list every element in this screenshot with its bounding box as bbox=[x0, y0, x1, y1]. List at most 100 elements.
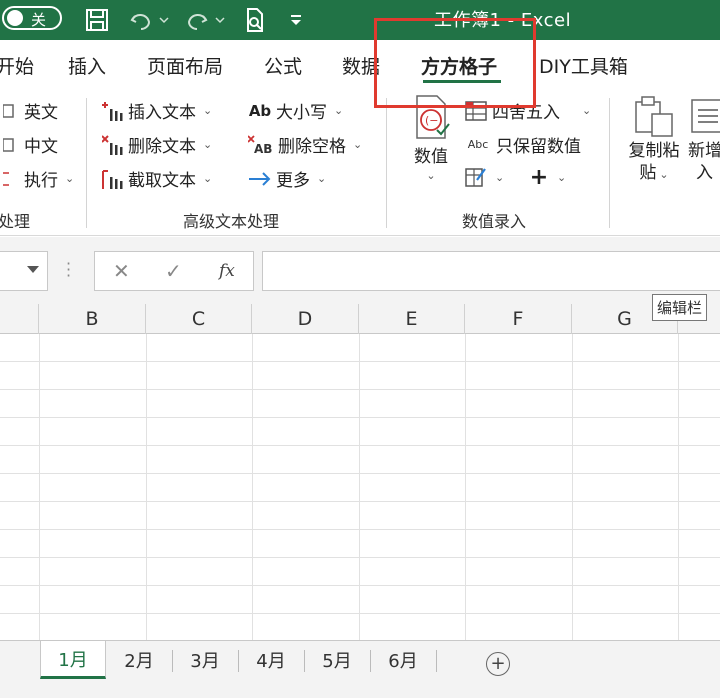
extract-text-button[interactable]: 截取文本 ⌄ bbox=[102, 166, 212, 191]
formula-bar-tooltip: 编辑栏 bbox=[652, 294, 708, 321]
autosave-toggle[interactable]: 关 bbox=[2, 6, 62, 30]
edit-cell-dropdown-icon: ⌄ bbox=[495, 170, 505, 184]
sheet-tab-1[interactable]: 1月 bbox=[40, 641, 106, 679]
delete-text-label: 删除文本 bbox=[128, 137, 196, 157]
more-button[interactable]: 更多 ⌄ bbox=[248, 166, 326, 191]
undo-icon[interactable] bbox=[128, 6, 154, 34]
chinese-icon bbox=[0, 134, 20, 156]
confirm-icon[interactable]: ✓ bbox=[165, 259, 182, 283]
arrow-right-icon bbox=[248, 168, 272, 190]
keep-numbers-label: 只保留数值 bbox=[496, 137, 581, 157]
row-line bbox=[0, 529, 720, 530]
column-header-f[interactable]: F bbox=[465, 304, 572, 334]
round-dropdown-icon: ⌄ bbox=[582, 104, 592, 117]
redo-dropdown-icon[interactable] bbox=[214, 6, 226, 34]
column-header-c[interactable]: C bbox=[146, 304, 252, 334]
cancel-icon[interactable]: ✕ bbox=[113, 259, 130, 283]
sheet-tab-4[interactable]: 4月 bbox=[238, 641, 304, 679]
undo-dropdown-icon[interactable] bbox=[158, 6, 170, 34]
copy-paste-label-line1: 复制粘 bbox=[628, 141, 680, 161]
column-line bbox=[359, 334, 360, 640]
row-line bbox=[0, 417, 720, 418]
insert-text-label: 插入文本 bbox=[128, 103, 196, 123]
remove-spaces-icon: AB bbox=[248, 134, 274, 156]
group-separator bbox=[86, 98, 87, 228]
formula-buttons: ✕ ✓ fx bbox=[94, 251, 254, 291]
title-bar: 关 工作簿1 - Excel bbox=[0, 0, 720, 40]
name-box-dropdown-icon[interactable] bbox=[27, 266, 39, 273]
insert-text-button[interactable]: 插入文本 ⌄ bbox=[102, 98, 212, 123]
keep-numbers-button[interactable]: Abc 只保留数值 bbox=[464, 132, 581, 157]
execute-label: 执行 bbox=[24, 171, 58, 191]
tab-home[interactable]: 开始 bbox=[0, 52, 34, 79]
row-line bbox=[0, 389, 720, 390]
print-preview-icon[interactable] bbox=[242, 6, 268, 34]
remove-spaces-button[interactable]: AB 删除空格 ⌄ bbox=[248, 132, 362, 157]
tab-diy-toolbox[interactable]: DIY工具箱 bbox=[539, 52, 628, 79]
column-line bbox=[39, 334, 40, 640]
row-line bbox=[0, 613, 720, 614]
clipboard-icon bbox=[632, 94, 676, 140]
redo-icon[interactable] bbox=[184, 6, 210, 34]
sheet-tab-5[interactable]: 5月 bbox=[304, 641, 370, 679]
sheet-tab-2[interactable]: 2月 bbox=[106, 641, 172, 679]
copy-paste-label-line2-text: 贴 bbox=[639, 163, 657, 183]
case-button[interactable]: Ab 大小写 ⌄ bbox=[248, 98, 343, 124]
copy-paste-label-line2: 贴 ⌄ bbox=[639, 162, 668, 186]
chinese-label: 中文 bbox=[24, 137, 58, 157]
tab-separator bbox=[436, 650, 437, 672]
save-icon[interactable] bbox=[84, 6, 110, 34]
tab-insert[interactable]: 插入 bbox=[68, 52, 106, 79]
remove-spaces-dropdown-icon: ⌄ bbox=[353, 138, 363, 151]
execute-dropdown-icon: ⌄ bbox=[65, 172, 75, 185]
extract-text-dropdown-icon: ⌄ bbox=[203, 172, 213, 185]
row-line bbox=[0, 473, 720, 474]
column-line bbox=[465, 334, 466, 640]
left-group-label: 处理 bbox=[0, 212, 31, 231]
numeric-label: 数值 bbox=[414, 147, 448, 167]
column-line bbox=[572, 334, 573, 640]
copy-paste-button[interactable]: 复制粘 贴 ⌄ bbox=[624, 94, 684, 186]
column-header-b[interactable]: B bbox=[39, 304, 146, 334]
formula-input[interactable] bbox=[262, 251, 720, 291]
column-header-e[interactable]: E bbox=[359, 304, 465, 334]
extract-text-label: 截取文本 bbox=[128, 171, 196, 191]
customize-toolbar-icon[interactable] bbox=[288, 6, 304, 34]
english-button[interactable]: 英文 bbox=[0, 98, 58, 123]
column-headers: B C D E F G bbox=[0, 304, 720, 334]
group-separator bbox=[386, 98, 387, 228]
english-icon bbox=[0, 100, 20, 122]
insert-function-icon[interactable]: fx bbox=[219, 261, 235, 281]
delete-text-button[interactable]: 删除文本 ⌄ bbox=[102, 132, 212, 157]
name-box[interactable] bbox=[0, 251, 48, 291]
remove-spaces-label: 删除空格 bbox=[278, 137, 346, 157]
highlight-box bbox=[374, 18, 536, 108]
autosave-toggle-label: 关 bbox=[31, 11, 47, 29]
add-sheet-icon[interactable]: + bbox=[486, 652, 510, 676]
column-header-partial[interactable] bbox=[0, 304, 39, 334]
row-line bbox=[0, 445, 720, 446]
group-separator bbox=[609, 98, 610, 228]
sheet-tab-bar: 1月 2月 3月 4月 5月 6月 + bbox=[0, 640, 720, 698]
english-label: 英文 bbox=[24, 103, 58, 123]
sheet-tab-6[interactable]: 6月 bbox=[370, 641, 436, 679]
more-dropdown-icon: ⌄ bbox=[317, 172, 327, 185]
insert-text-icon bbox=[102, 100, 124, 122]
execute-button[interactable]: 执行 ⌄ bbox=[0, 166, 74, 191]
resize-handle-icon[interactable]: · · · bbox=[66, 256, 71, 284]
tab-formulas[interactable]: 公式 bbox=[264, 52, 302, 79]
column-header-d[interactable]: D bbox=[252, 304, 359, 334]
cell-grid[interactable] bbox=[0, 334, 720, 640]
edit-cell-button[interactable]: ⌄ bbox=[464, 166, 504, 188]
formula-bar: · · · ✕ ✓ fx bbox=[0, 237, 720, 304]
tab-page-layout[interactable]: 页面布局 bbox=[147, 52, 223, 79]
edit-cell-icon bbox=[464, 166, 488, 188]
case-label: 大小写 bbox=[276, 103, 327, 123]
chinese-button[interactable]: 中文 bbox=[0, 132, 58, 157]
new-insert-button[interactable]: 新增 入 bbox=[688, 94, 720, 184]
svg-text:(−): (−) bbox=[425, 114, 443, 127]
sheet-tab-3[interactable]: 3月 bbox=[172, 641, 238, 679]
copy-paste-dropdown-icon: ⌄ bbox=[659, 168, 669, 181]
add-button[interactable]: + ⌄ bbox=[528, 165, 566, 190]
ribbon-tabs: 开始 插入 页面布局 公式 数据 方方格子 DIY工具箱 bbox=[0, 40, 720, 90]
